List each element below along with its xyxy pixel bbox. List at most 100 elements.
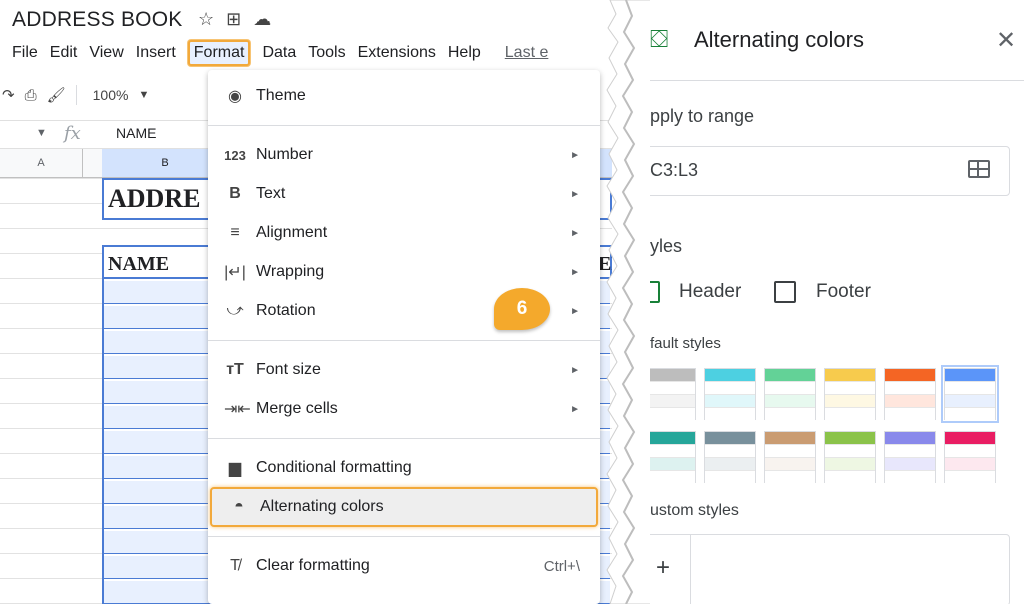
select-range-icon[interactable]: [968, 160, 990, 178]
menu-item-label: Alignment: [256, 224, 328, 241]
menu-bar: File Edit View Insert Format Data Tools …: [0, 40, 549, 66]
swatch-header-color: [705, 432, 755, 444]
star-icon[interactable]: ☆: [198, 9, 214, 30]
swatch-row-color: [945, 457, 995, 470]
bold-icon: B: [229, 185, 241, 202]
swatch-row-color: [765, 470, 815, 483]
swatch-row-color: [705, 381, 755, 394]
shortcut-text: Ctrl+\: [543, 557, 580, 575]
style-swatch[interactable]: [824, 368, 876, 420]
swatch-row-color: [885, 394, 935, 407]
swatch-row-color: [650, 381, 695, 394]
menu-item-theme[interactable]: ◉ Theme: [208, 78, 600, 114]
style-swatch[interactable]: [704, 431, 756, 483]
column-header-a[interactable]: A: [0, 149, 83, 177]
swatch-row-color: [705, 407, 755, 420]
menu-divider: [208, 536, 600, 537]
panel-title: Alternating colors: [694, 27, 864, 52]
style-swatch[interactable]: [650, 431, 696, 483]
apply-to-range-label: pply to range: [650, 106, 755, 126]
menu-view[interactable]: View: [89, 44, 123, 62]
swatch-row-color: [705, 444, 755, 457]
last-edit-link[interactable]: Last e: [505, 44, 549, 62]
swatch-row-color: [945, 470, 995, 483]
merge-cells-icon: ⇥⇤: [224, 401, 251, 418]
menu-item-wrapping[interactable]: |↵| Wrapping ►: [208, 254, 600, 290]
header-checkbox[interactable]: [650, 281, 660, 303]
palette-icon: ◉: [228, 88, 242, 105]
menu-tools[interactable]: Tools: [308, 44, 345, 62]
menu-item-alignment[interactable]: ≡ Alignment ►: [208, 215, 600, 251]
title-cell-text: ADDRE: [108, 184, 201, 213]
redo-icon[interactable]: ↷: [2, 86, 15, 104]
paint-format-icon[interactable]: 🖌: [47, 86, 66, 104]
style-swatch[interactable]: [884, 431, 936, 483]
menu-item-number[interactable]: 123 Number ►: [208, 137, 600, 173]
menu-item-text[interactable]: B Text ►: [208, 176, 600, 212]
clear-format-icon: T̸: [230, 557, 240, 574]
cloud-status-icon[interactable]: ☁: [253, 9, 271, 30]
menu-item-label: Number: [256, 146, 313, 163]
style-swatch[interactable]: [704, 368, 756, 420]
formula-input[interactable]: NAME: [116, 125, 156, 141]
footer-checkbox-label: Footer: [816, 281, 871, 302]
menu-item-font-size[interactable]: тT Font size ►: [208, 352, 600, 388]
menu-data[interactable]: Data: [262, 44, 296, 62]
paint-roller-icon: ▆: [228, 460, 242, 477]
range-input[interactable]: [650, 146, 1010, 196]
zoom-select[interactable]: 100%: [93, 87, 129, 103]
step-number-badge: 6: [494, 288, 550, 330]
range-value: C3:L3: [650, 160, 699, 180]
namebox-caret-icon[interactable]: ▼: [36, 127, 47, 139]
swatch-row-color: [650, 394, 695, 407]
swatch-header-color: [705, 369, 755, 381]
style-swatch[interactable]: [764, 368, 816, 420]
custom-styles-box: [650, 534, 1010, 604]
swatch-header-color: [825, 369, 875, 381]
swatch-row-color: [825, 394, 875, 407]
default-styles-label: fault styles: [650, 335, 721, 352]
style-swatch[interactable]: [764, 431, 816, 483]
swatch-row-color: [765, 381, 815, 394]
swatch-row-color: [825, 470, 875, 483]
swatch-row-color: [945, 407, 995, 420]
style-swatch[interactable]: [650, 368, 696, 420]
menu-file[interactable]: File: [12, 44, 38, 62]
swatch-header-color: [765, 432, 815, 444]
menu-edit[interactable]: Edit: [50, 44, 78, 62]
swatch-row-color: [945, 381, 995, 394]
swatch-row-color: [825, 407, 875, 420]
menu-item-alternating-colors[interactable]: ◓ Alternating colors: [210, 487, 598, 527]
menu-format[interactable]: Format: [187, 40, 251, 66]
submenu-arrow-icon: ►: [570, 149, 580, 161]
header-name-text: NAME: [108, 253, 170, 275]
menu-item-clear-formatting[interactable]: T̸ Clear formatting Ctrl+\: [208, 548, 600, 584]
menu-item-conditional-formatting[interactable]: ▆ Conditional formatting: [208, 450, 600, 486]
style-swatch[interactable]: [941, 365, 999, 423]
footer-checkbox[interactable]: [774, 281, 796, 303]
close-icon[interactable]: ✕: [996, 26, 1016, 55]
font-size-icon: тT: [226, 361, 244, 378]
swatch-row-color: [650, 457, 695, 470]
submenu-arrow-icon: ►: [570, 188, 580, 200]
title-icons: ☆ ⊞ ☁: [198, 9, 271, 30]
move-folder-icon[interactable]: ⊞: [226, 9, 241, 30]
toolbar-divider: [75, 85, 77, 105]
menu-help[interactable]: Help: [448, 44, 481, 62]
styles-label: yles: [650, 236, 683, 256]
swatch-row-color: [705, 394, 755, 407]
style-swatch[interactable]: [884, 368, 936, 420]
swatch-header-color: [650, 432, 695, 444]
menu-extensions[interactable]: Extensions: [358, 44, 436, 62]
zoom-caret-icon[interactable]: ▼: [138, 89, 149, 101]
document-title[interactable]: ADDRESS BOOK: [12, 8, 182, 32]
swatch-header-color: [885, 432, 935, 444]
swatch-row-color: [885, 457, 935, 470]
add-custom-style-button[interactable]: +: [656, 554, 670, 582]
menu-item-merge-cells[interactable]: ⇥⇤ Merge cells ►: [208, 391, 600, 427]
style-swatch[interactable]: [944, 431, 996, 483]
submenu-arrow-icon: ►: [570, 364, 580, 376]
style-swatch[interactable]: [824, 431, 876, 483]
print-icon[interactable]: ⎙: [25, 87, 37, 104]
menu-insert[interactable]: Insert: [136, 44, 176, 62]
